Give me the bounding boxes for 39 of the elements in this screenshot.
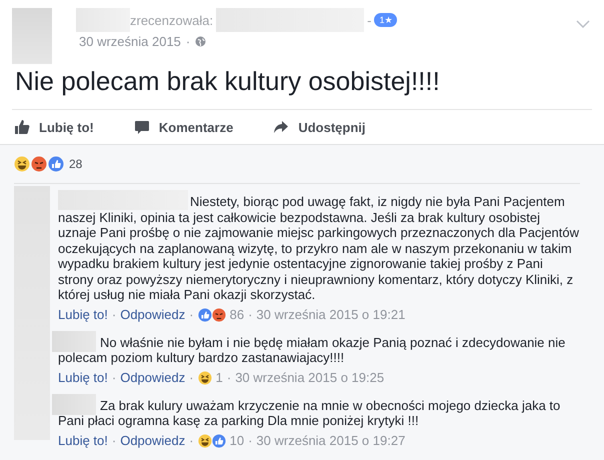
post-text: Nie polecam brak kultury osobistej!!!! <box>12 66 592 110</box>
separator-text: · <box>112 370 116 386</box>
separator-text: · <box>248 306 252 322</box>
separator-text: · <box>189 432 194 448</box>
separator-text: · <box>248 432 252 448</box>
separator-text: · <box>189 306 194 322</box>
like-link[interactable]: Lubię to! <box>58 306 108 322</box>
redacted-avatar <box>12 8 52 64</box>
like-reaction-icon <box>198 308 212 322</box>
angry-emoji-icon <box>31 156 47 172</box>
reply-link[interactable]: Odpowiedz <box>120 370 186 386</box>
laughing-emoji-icon <box>198 370 212 384</box>
speech-bubble-icon <box>134 119 150 135</box>
separator-text: · <box>112 306 116 322</box>
laughing-emoji-icon <box>14 156 30 172</box>
comment-text: Niestety, biorąc pod uwagę fakt, iz nigdy nie była Pani Pacjentem naszej Kliniki, opinia ta jest całkowicie bezpodstawna. Jeśli za brak kultury osobistej uznaje Pani prośbę o nie zajmowanie miejsc parkingowych przeznaczonych dla Pacjentów oczekujących na zaplanowaną wizytę, to przykro nam ale w naszym przekonaniu w takim wypadku brakiem kultury jest jedynie ostentacyjne zignorowanie takiej prośby z Pani strony oraz powyższy niemerytoryczny i nieuprawniony komentarz, który dotyczy Kliniki, z której usług nie miała Pani okazji skorzystać. <box>58 190 580 302</box>
rating-badge: 1★ <box>374 13 398 27</box>
action-button[interactable]: Lubię to! <box>14 119 94 135</box>
like-reaction-icon <box>48 156 64 172</box>
review-action-text: zrecenzowała: <box>130 12 214 28</box>
separator-text: · <box>112 432 116 448</box>
reaction-count[interactable]: 28 <box>69 157 82 171</box>
share-arrow-icon <box>273 119 290 135</box>
separator-text: · <box>186 34 190 48</box>
laughing-emoji-icon <box>198 434 212 448</box>
angry-emoji-icon <box>212 308 226 322</box>
like-link[interactable]: Lubię to! <box>58 432 108 448</box>
action-button[interactable]: Udostępnij <box>273 119 366 135</box>
chevron-down-icon <box>576 20 590 28</box>
reply-link[interactable]: Odpowiedz <box>120 432 186 448</box>
separator-text: - <box>367 12 372 28</box>
separator-text: · <box>189 370 194 386</box>
globe-icon <box>195 36 206 46</box>
thumbs-up-icon <box>14 119 30 135</box>
separator-text: · <box>226 370 232 386</box>
like-link[interactable]: Lubię to! <box>58 370 108 386</box>
reply-link[interactable]: Odpowiedz <box>120 306 186 322</box>
like-reaction-icon <box>212 434 226 448</box>
action-button[interactable]: Komentarze <box>134 119 234 135</box>
